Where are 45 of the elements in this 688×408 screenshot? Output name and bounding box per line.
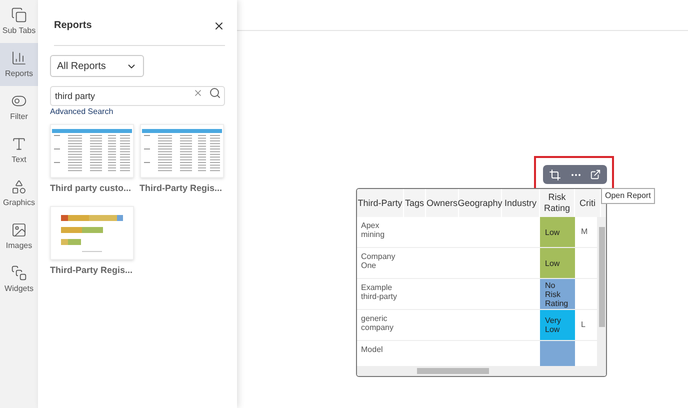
search-icon[interactable]: [209, 87, 221, 99]
advanced-search-link[interactable]: Advanced Search: [50, 106, 225, 118]
report-card[interactable]: [50, 206, 134, 260]
layers-icon: [11, 6, 27, 22]
risk-rating-cell: No Risk Rating: [540, 279, 575, 309]
rail-item[interactable]: Reports: [0, 43, 38, 86]
column-header: Third-Party: [357, 189, 404, 217]
risk-rating-cell: Very Low: [540, 310, 575, 340]
rail-item[interactable]: Sub Tabs: [0, 0, 38, 43]
table-cell-text: Company One: [360, 251, 396, 272]
table-cell-text: L: [580, 319, 586, 331]
report-title: Third-Party Regis...: [140, 182, 224, 195]
rail-item[interactable]: Graphics: [0, 172, 38, 215]
column-header: Owners: [426, 189, 459, 217]
table-cell-text: generic company: [360, 313, 394, 334]
report-title: Third-Party Regis...: [50, 264, 134, 277]
column-header: Industry: [502, 189, 540, 217]
report-filter-dropdown[interactable]: All Reports: [50, 55, 144, 77]
table-cell-text: Example third-party: [360, 282, 398, 303]
risk-rating-cell: Low: [540, 248, 575, 278]
widget-icon: [11, 264, 27, 280]
risk-rating-cell: Low: [540, 217, 575, 247]
text-icon: [11, 136, 27, 152]
rail-item[interactable]: Text: [0, 129, 38, 172]
rail-item[interactable]: Filter: [0, 86, 38, 129]
table-cell-text: M: [580, 226, 588, 238]
clear-icon[interactable]: [193, 88, 203, 98]
search-field[interactable]: third party: [50, 86, 225, 106]
panel-title: Reports: [54, 19, 92, 33]
vertical-scrollbar[interactable]: [597, 217, 606, 366]
column-header: Geography: [459, 189, 502, 217]
open-report-icon[interactable]: [590, 169, 601, 180]
table-cell-text: Apex mining: [360, 220, 386, 241]
table-cell-text: Model: [360, 344, 384, 356]
crop-icon[interactable]: [549, 168, 561, 180]
close-icon[interactable]: [213, 20, 225, 32]
bar-chart-icon: [11, 50, 27, 66]
report-title: Third party custo...: [50, 182, 132, 195]
column-header: Tags: [404, 189, 426, 217]
tooltip: Open Report: [601, 188, 655, 204]
horizontal-scrollbar[interactable]: [357, 366, 606, 376]
shapes-icon: [11, 178, 27, 194]
rail-item[interactable]: Widgets: [0, 258, 38, 301]
image-icon: [11, 222, 27, 238]
rail-item[interactable]: Images: [0, 215, 38, 258]
